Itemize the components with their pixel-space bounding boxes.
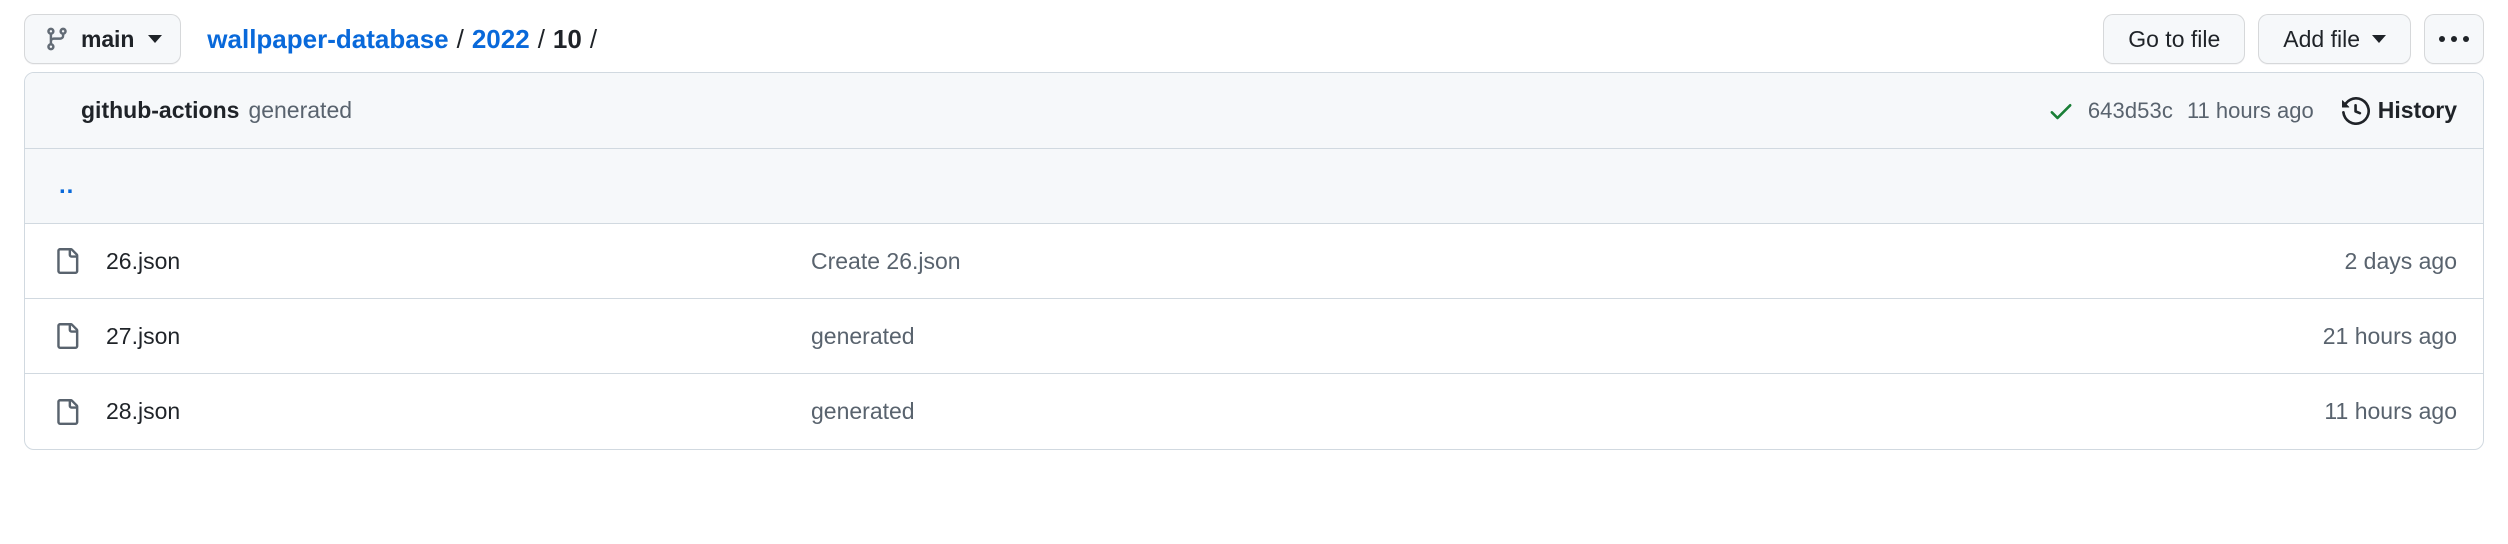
branch-selector-button[interactable]: main [24, 14, 182, 64]
file-commit-message[interactable]: Create 26.json [811, 248, 2324, 275]
breadcrumb-separator-end: / [589, 24, 598, 54]
file-icon [57, 398, 79, 425]
file-name-link[interactable]: 28.json [106, 398, 180, 425]
breadcrumb-item-2022[interactable]: 2022 [472, 26, 530, 52]
commit-history-link[interactable]: History [2341, 96, 2457, 125]
commit-timestamp: 11 hours ago [2186, 97, 2314, 123]
commit-sha-link[interactable]: 643d53c [2088, 98, 2173, 124]
breadcrumb-item-repo[interactable]: wallpaper-database [207, 26, 448, 52]
kebab-horizontal-icon [2439, 36, 2469, 42]
go-to-file-label: Go to file [2128, 25, 2221, 52]
commit-author-link[interactable]: github-actions [81, 97, 239, 124]
chevron-down-icon [2372, 35, 2386, 43]
chevron-down-icon [148, 35, 163, 43]
file-timestamp: 2 days ago [2344, 247, 2457, 274]
latest-commit-header: github-actions generated 643d53c 11 hour… [25, 73, 2483, 149]
commit-message-link[interactable]: generated [248, 97, 352, 124]
file-commit-message[interactable]: generated [811, 323, 2303, 350]
git-branch-icon [47, 27, 67, 51]
toolbar-actions: Go to file Add file [2103, 14, 2484, 64]
parent-directory-row[interactable]: .. [25, 149, 2483, 224]
table-row[interactable]: 26.json Create 26.json 2 days ago [25, 224, 2483, 299]
history-label: History [2377, 97, 2457, 123]
branch-name-label: main [81, 25, 135, 52]
add-file-button[interactable]: Add file [2258, 14, 2411, 64]
breadcrumb-separator: / [537, 24, 545, 54]
file-timestamp: 11 hours ago [2324, 398, 2457, 424]
file-name-cell: 28.json [51, 398, 811, 425]
file-name-link[interactable]: 27.json [106, 323, 180, 350]
repo-file-browser: main wallpaper-database / 2022 / 10 / Go… [0, 0, 2508, 544]
breadcrumb-separator: / [456, 24, 464, 54]
breadcrumb-item-10: 10 [552, 24, 582, 54]
more-options-button[interactable] [2424, 14, 2484, 64]
file-icon [57, 323, 79, 349]
check-icon [2050, 103, 2072, 119]
parent-directory-link[interactable]: .. [59, 173, 74, 198]
commit-meta: 643d53c 11 hours ago History [2047, 96, 2457, 125]
add-file-label: Add file [2283, 25, 2360, 52]
file-timestamp: 21 hours ago [2322, 322, 2457, 349]
breadcrumb: wallpaper-database / 2022 / 10 / [207, 26, 597, 52]
history-icon [2341, 96, 2370, 125]
go-to-file-button[interactable]: Go to file [2103, 14, 2246, 64]
file-commit-message[interactable]: generated [811, 398, 2304, 425]
file-listing-box: github-actions generated 643d53c 11 hour… [24, 72, 2484, 450]
table-row[interactable]: 28.json generated 11 hours ago [25, 374, 2483, 449]
file-name-cell: 27.json [51, 323, 811, 350]
table-row[interactable]: 27.json generated 21 hours ago [25, 299, 2483, 374]
file-name-link[interactable]: 26.json [106, 248, 180, 275]
repo-toolbar: main wallpaper-database / 2022 / 10 / Go… [24, 0, 2484, 72]
file-icon [57, 248, 79, 274]
file-name-cell: 26.json [51, 248, 811, 275]
